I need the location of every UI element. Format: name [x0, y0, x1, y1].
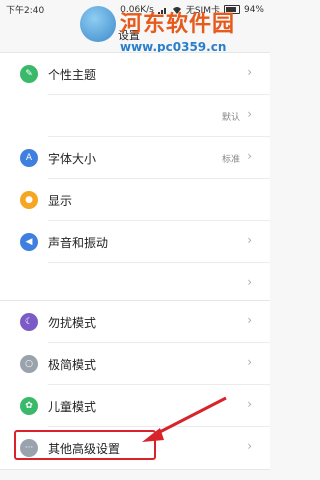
row-font-size-value: 标准 — [221, 155, 240, 165]
row-dnd[interactable]: ☾ 勿扰模式 › — [0, 301, 270, 343]
group-personalization: ✎ 个性主题 › 默认 › A 字体大小 标准 › ● 显示 ◀ 声音和振动 › — [0, 52, 270, 306]
kids-icon: ✿ — [20, 397, 38, 415]
sun-icon: ● — [20, 191, 38, 209]
row-sound[interactable]: ◀ 声音和振动 › — [0, 221, 270, 263]
annotation-arrow-icon — [142, 396, 227, 442]
signal-icon — [157, 6, 168, 14]
row-sound-label: 声音和振动 — [48, 236, 109, 250]
chevron-right-icon: › — [247, 313, 252, 327]
row-font-size-label: 字体大小 — [48, 152, 97, 166]
battery-percent: 94% — [243, 4, 264, 15]
wifi-icon — [172, 6, 182, 14]
row-wallpaper[interactable]: 默认 › — [0, 95, 270, 137]
chevron-right-icon: › — [247, 65, 252, 79]
chevron-right-icon: › — [247, 275, 252, 289]
page-header: 设置 — [0, 18, 270, 50]
row-empty[interactable]: › — [0, 263, 270, 305]
chevron-right-icon: › — [247, 233, 252, 247]
page-title: 设置 — [118, 29, 140, 42]
settings-screen: 下午2:40 0.06K/s 无SIM卡 94% 设置 河东软件园 www.pc… — [0, 0, 270, 480]
battery-icon — [223, 5, 240, 14]
simple-mode-icon: ○ — [20, 355, 38, 373]
row-dnd-label: 勿扰模式 — [48, 316, 97, 330]
chevron-right-icon: › — [247, 397, 252, 411]
status-bar: 下午2:40 0.06K/s 无SIM卡 94% — [0, 0, 270, 18]
row-kids-mode-label: 儿童模式 — [48, 400, 97, 414]
moon-icon: ☾ — [20, 313, 38, 331]
row-theme[interactable]: ✎ 个性主题 › — [0, 53, 270, 95]
chevron-right-icon: › — [247, 439, 252, 453]
status-right: 0.06K/s 无SIM卡 94% — [120, 3, 264, 17]
row-font-size[interactable]: A 字体大小 标准 › — [0, 137, 270, 179]
chevron-right-icon: › — [247, 149, 252, 163]
row-wallpaper-value: 默认 — [221, 113, 240, 123]
chevron-right-icon: › — [247, 355, 252, 369]
row-display-label: 显示 — [48, 194, 73, 208]
font-icon: A — [20, 149, 38, 167]
chevron-right-icon: › — [247, 107, 252, 121]
row-simple-mode[interactable]: ○ 极简模式 › — [0, 343, 270, 385]
sim-status: 无SIM卡 — [185, 6, 220, 16]
brush-icon: ✎ — [20, 65, 38, 83]
row-display[interactable]: ● 显示 — [0, 179, 270, 221]
row-simple-mode-label: 极简模式 — [48, 358, 97, 372]
row-theme-label: 个性主题 — [48, 68, 97, 82]
advanced-highlight-box — [14, 430, 156, 460]
network-speed: 0.06K/s — [120, 4, 154, 15]
status-time: 下午2:40 — [6, 6, 45, 16]
speaker-icon: ◀ — [20, 233, 38, 251]
